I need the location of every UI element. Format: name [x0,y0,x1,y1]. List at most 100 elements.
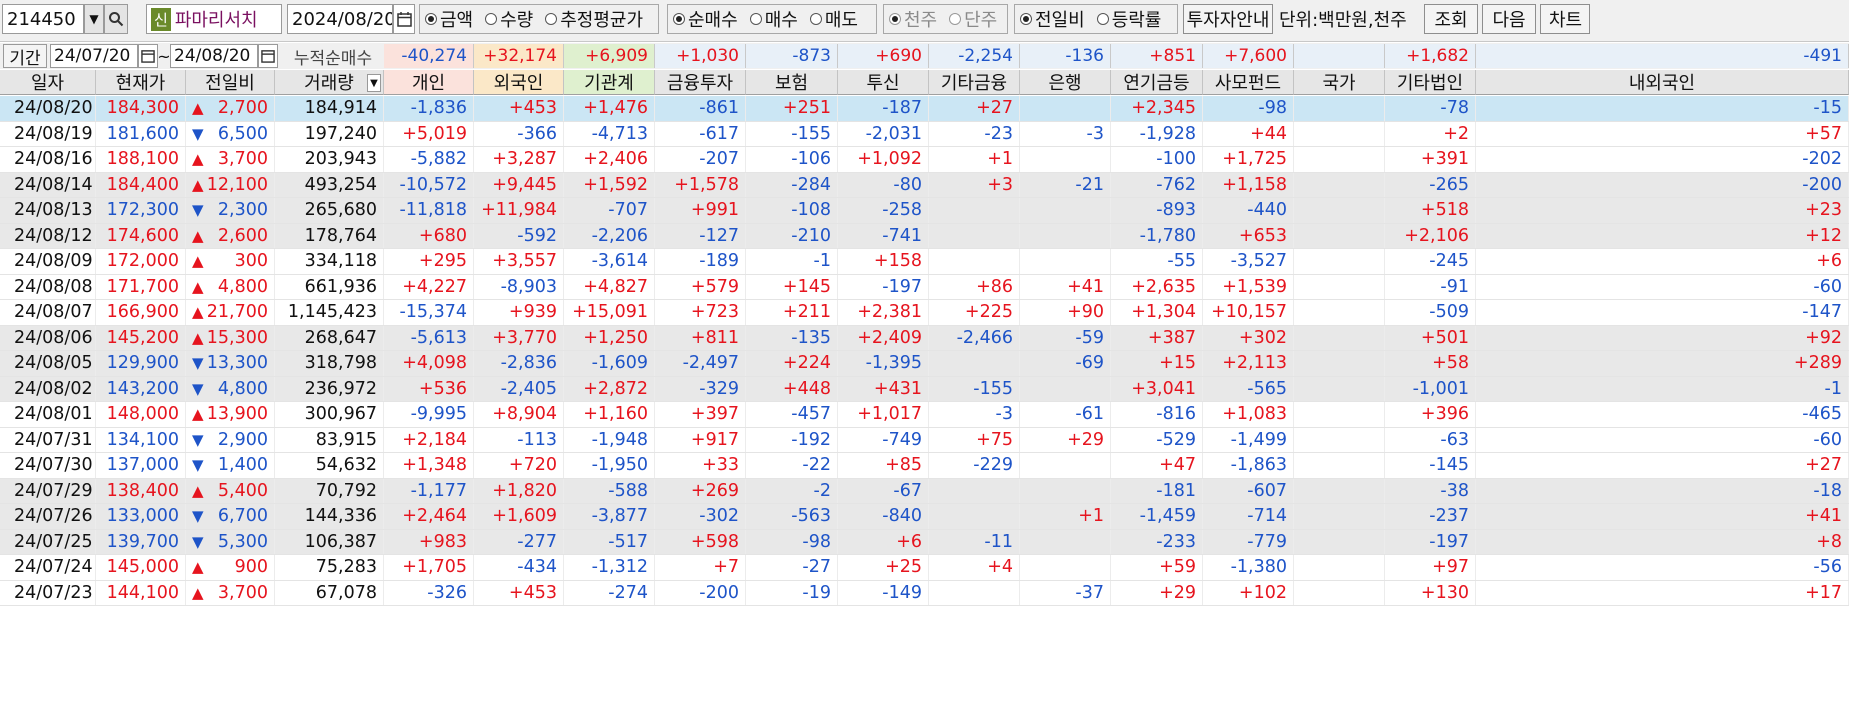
table-row[interactable]: 24/07/24 145,000 ▲ 900 75,283 +1,705 -434 -1,31… [0,555,1849,581]
table-row[interactable]: 24/08/14 184,400 ▲ 12,100 493,254 -10,572 +9,4… [0,172,1849,198]
table-row[interactable]: 24/07/26 133,000 ▼ 6,700 144,336 +2,464 +1,609… [0,504,1849,530]
next-button[interactable]: 다음 [1482,4,1536,34]
search-button[interactable] [104,4,128,34]
period-from-input[interactable]: 24/07/20 [50,44,138,68]
column-header-other-corp[interactable]: 기타법인 [1385,70,1476,95]
table-row[interactable]: 24/08/12 174,600 ▲ 2,600 178,764 +680 -592 -2,2… [0,223,1849,249]
cell-foreign: +3,770 [474,325,564,350]
table-row[interactable]: 24/07/23 144,100 ▲ 3,700 67,078 -326 +453 -274-… [0,580,1849,606]
table-row[interactable]: 24/08/06 145,200 ▲ 15,300 268,647 -5,613 +3,77… [0,325,1849,351]
cell-pension: -1,780 [1111,223,1203,248]
column-header-other-fin[interactable]: 기타금융 [929,70,1020,95]
cell-change: ▲ 300 [186,249,275,274]
stock-code-input[interactable]: 214450 [2,4,84,34]
calendar-icon [261,50,275,63]
button-label: 투자자안내 [1186,10,1270,31]
radio-vs-prev[interactable]: 전일비 [1020,6,1085,32]
triangle-up-icon: ▲ [192,175,204,194]
cell-foreign-other: +27 [1476,453,1849,478]
table-row[interactable]: 24/08/20 184,300 ▲ 2,700 184,914 -1,836 +453 +1… [0,96,1849,122]
table-row[interactable]: 24/08/19 181,600 ▼ 6,500 197,240 +5,019 -366 -4… [0,121,1849,147]
cell-insurance: -563 [746,504,838,529]
cell-private-fund: -565 [1203,376,1294,401]
sort-down-icon[interactable]: ▼ [367,74,381,92]
table-row[interactable]: 24/07/31 134,100 ▼ 2,900 83,915 +2,184 -113 -1,… [0,427,1849,453]
table-row[interactable]: 24/07/25 139,700 ▼ 5,300 106,387 +983 -277 -517… [0,529,1849,555]
investor-guide-button[interactable]: 투자자안내 [1183,4,1273,34]
column-header-individual[interactable]: 개인 [384,70,474,95]
period-to-input[interactable]: 24/08/20 [170,44,258,68]
cell-volume: 83,915 [275,427,384,452]
cell-private-fund: -607 [1203,478,1294,503]
change-value: 21,700 [206,302,268,323]
cell-other-corp: -245 [1385,249,1476,274]
triangle-down-icon: ▼ [192,354,204,373]
cell-bank: +29 [1020,427,1111,452]
chart-button[interactable]: 차트 [1540,4,1590,34]
cell-price: 129,900 [96,351,186,376]
radio-avg-price[interactable]: 추정평균가 [545,6,643,32]
cell-trust: -187 [838,96,929,121]
cell-date: 24/08/09 [0,249,96,274]
period-to-calendar-button[interactable] [258,44,278,68]
column-header-private-fund[interactable]: 사모펀드 [1203,70,1294,95]
triangle-up-icon: ▲ [192,99,204,118]
column-header-insurance[interactable]: 보험 [746,70,838,95]
radio-quantity[interactable]: 수량 [485,6,533,32]
table-row[interactable]: 24/08/13 172,300 ▼ 2,300 265,680 -11,818 +11,9… [0,198,1849,224]
cell-trust: +158 [838,249,929,274]
column-header-bank[interactable]: 은행 [1020,70,1111,95]
cell-fin-invest: +811 [655,325,746,350]
date-picker-button[interactable] [393,4,415,34]
cell-insurance: -155 [746,121,838,146]
cell-individual: +1,705 [384,555,474,580]
radio-net-buy[interactable]: 순매수 [673,6,738,32]
new-listing-badge: 신 [151,7,171,31]
column-header-trust[interactable]: 투신 [838,70,929,95]
column-header-pension[interactable]: 연기금등 [1111,70,1203,95]
stock-code-dropdown[interactable]: ▼ [84,4,104,34]
stock-name-field[interactable]: 신 파마리서치 [146,4,282,34]
column-header-price[interactable]: 현재가 [96,70,186,95]
table-row[interactable]: 24/08/01 148,000 ▲ 13,900 300,967 -9,995 +8,90… [0,402,1849,428]
radio-single-shares[interactable]: 단주 [949,6,997,32]
cell-trust: -2,031 [838,121,929,146]
stock-name: 파마리서치 [174,10,258,31]
radio-thousand-shares[interactable]: 천주 [889,6,937,32]
column-header-fin-invest[interactable]: 금융투자 [655,70,746,95]
period-from-calendar-button[interactable] [138,44,158,68]
table-row[interactable]: 24/08/02 143,200 ▼ 4,800 236,972 +536 -2,405 +2… [0,376,1849,402]
column-header-foreign-other[interactable]: 내외국인 [1476,70,1849,95]
table-row[interactable]: 24/08/09 172,000 ▲ 300 334,118 +295 +3,557 -3,6… [0,249,1849,275]
column-header-foreign[interactable]: 외국인 [474,70,564,95]
cell-volume: 268,647 [275,325,384,350]
cell-insurance: -27 [746,555,838,580]
radio-sell[interactable]: 매도 [809,6,858,32]
cell-date: 24/07/31 [0,427,96,452]
cell-pension: -1,928 [1111,121,1203,146]
cell-individual: +1,348 [384,453,474,478]
column-header-date[interactable]: 일자 [0,70,96,95]
cell-institution: +1,250 [564,325,655,350]
cell-pension: +15 [1111,351,1203,376]
cell-individual: -1,177 [384,478,474,503]
query-button[interactable]: 조회 [1424,4,1478,34]
table-row[interactable]: 24/07/29 138,400 ▲ 5,400 70,792 -1,177 +1,820-… [0,478,1849,504]
cell-fin-invest: -861 [655,96,746,121]
change-value: 2,900 [217,429,268,450]
table-row[interactable]: 24/08/05 129,900 ▼ 13,300 318,798 +4,098 -2,83… [0,351,1849,377]
column-header-change[interactable]: 전일비 [186,70,275,95]
table-row[interactable]: 24/08/07 166,900 ▲ 21,700 1,145,423 -15,374 +9… [0,300,1849,326]
column-header-label: 일자 [30,73,65,94]
radio-buy[interactable]: 매수 [749,6,798,32]
cell-nation [1294,96,1385,121]
cell-other-corp: +2 [1385,121,1476,146]
radio-change-rate[interactable]: 등락률 [1096,6,1161,32]
date-input[interactable]: 2024/08/20 [287,4,393,34]
column-header-institution[interactable]: 기관계 [564,70,655,95]
column-header-nation[interactable]: 국가 [1294,70,1385,95]
table-row[interactable]: 24/07/30 137,000 ▼ 1,400 54,632 +1,348 +720 -1,… [0,453,1849,479]
table-row[interactable]: 24/08/16 188,100 ▲ 3,700 203,943 -5,882 +3,287… [0,147,1849,173]
table-row[interactable]: 24/08/08 171,700 ▲ 4,800 661,936 +4,227 -8,903… [0,274,1849,300]
radio-amount[interactable]: 금액 [425,6,473,32]
